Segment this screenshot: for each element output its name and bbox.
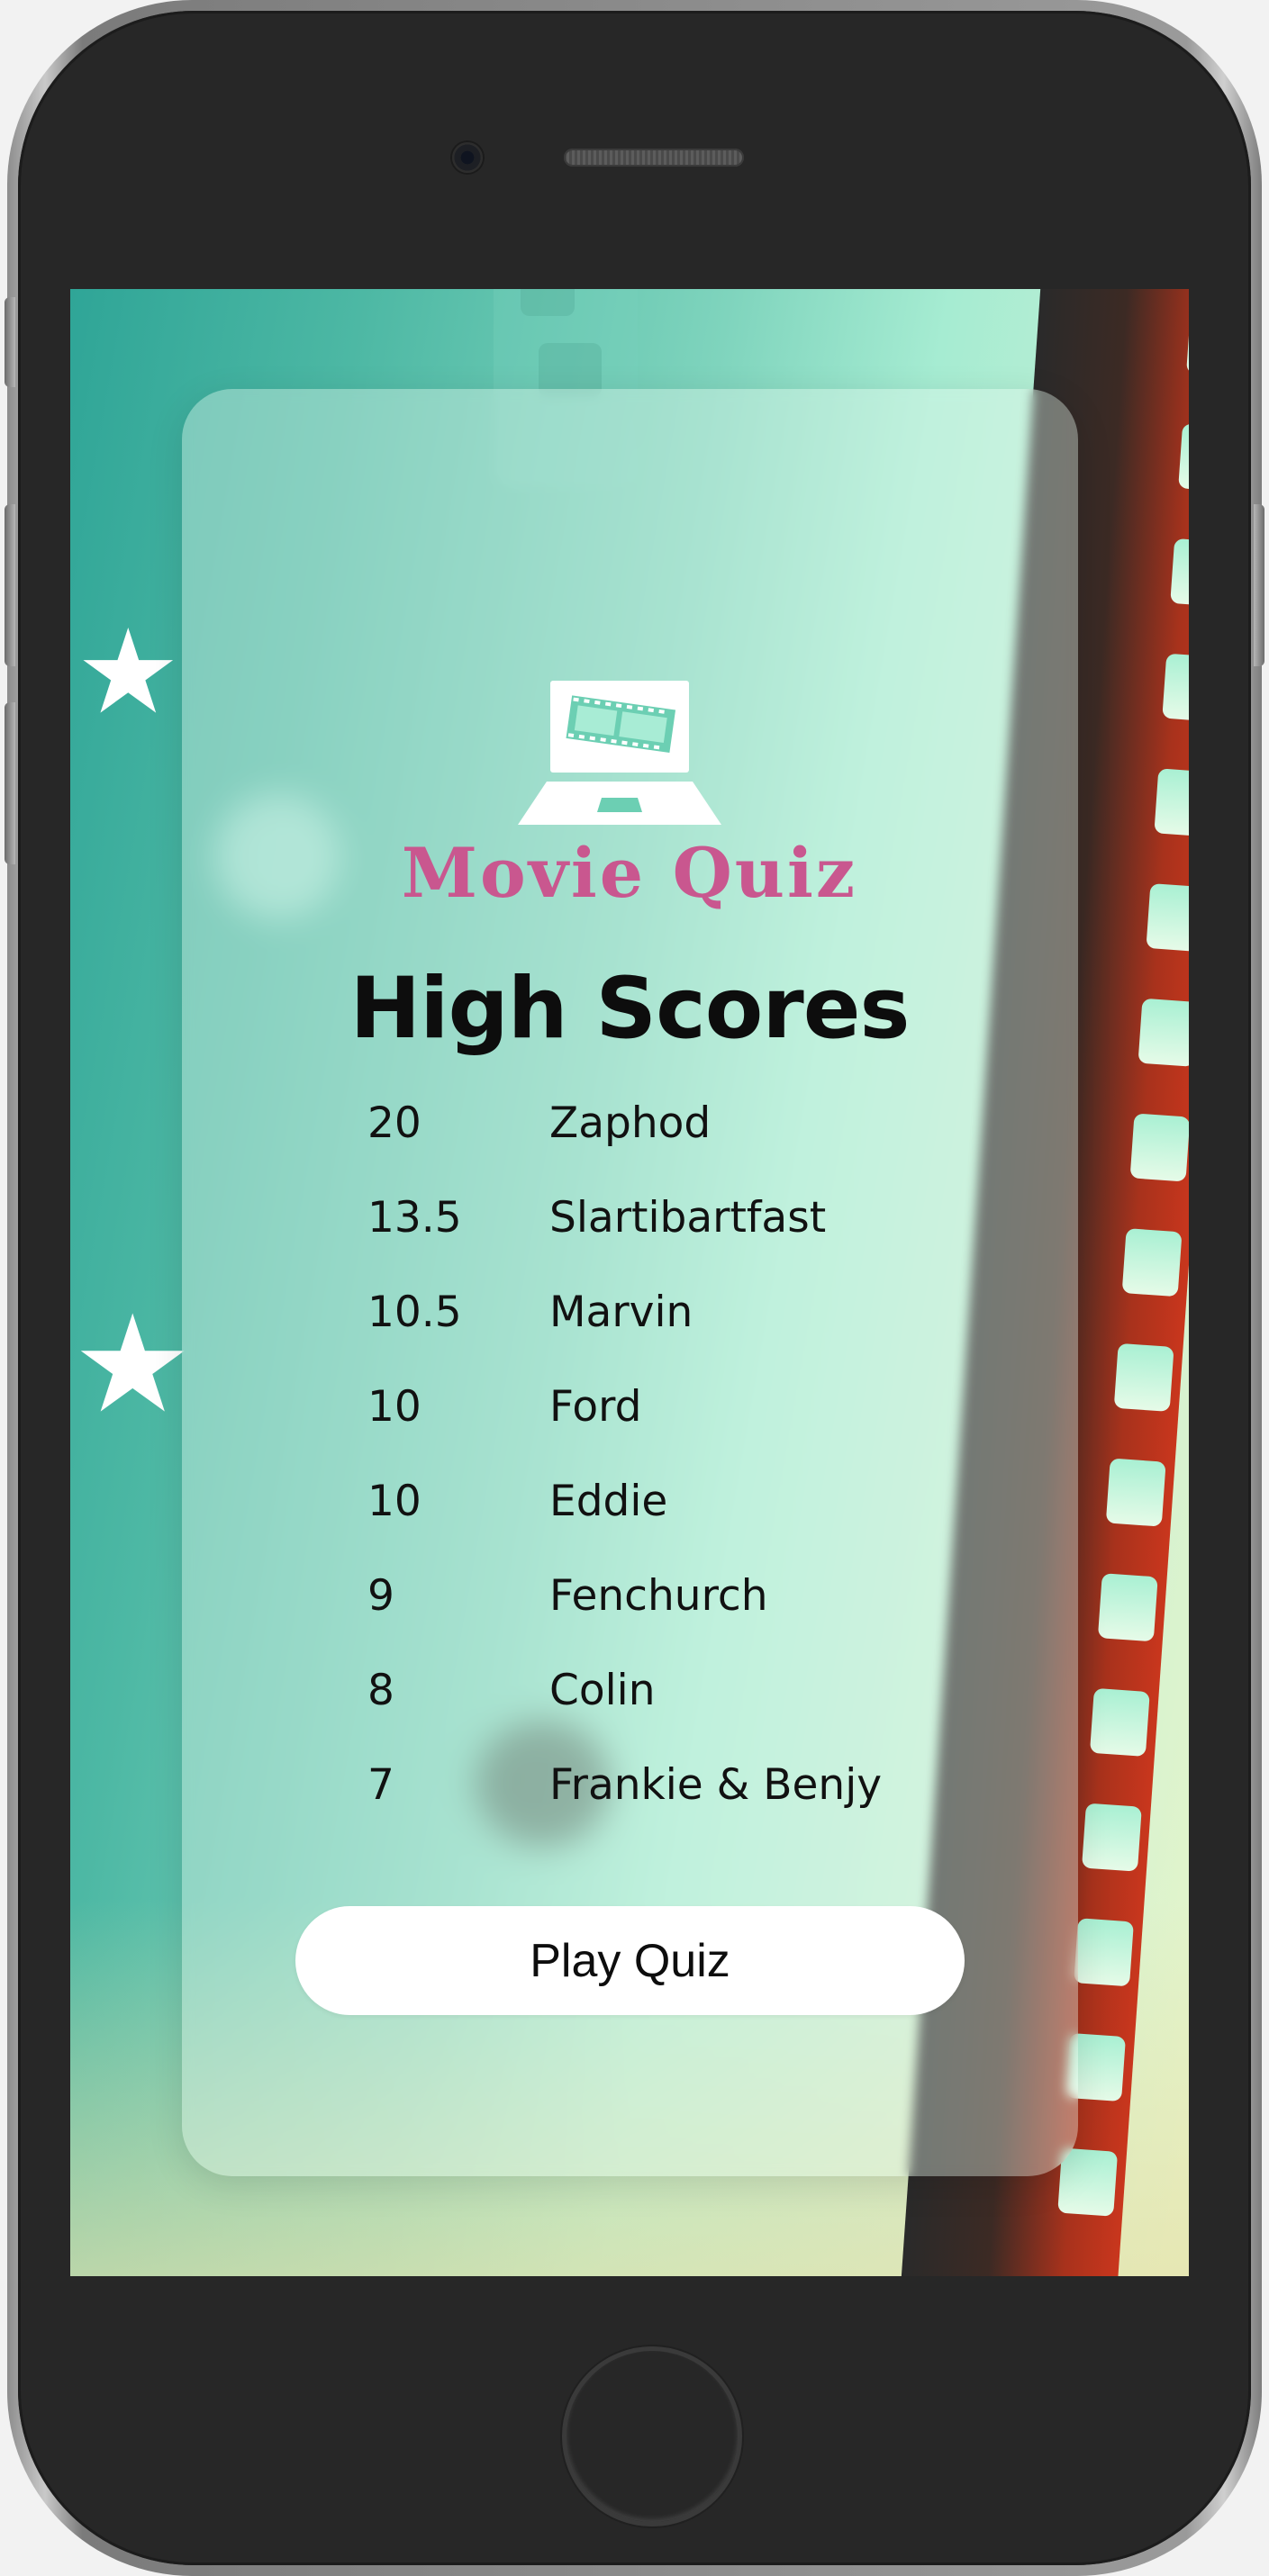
film-sprocket-hole: [1121, 1228, 1183, 1297]
home-button[interactable]: [562, 2346, 742, 2526]
high-scores-list: 20 Zaphod 13.5 Slartibartfast 10.5 Marvi…: [367, 1098, 998, 1855]
film-sprocket-hole: [1170, 538, 1189, 608]
film-sprocket-hole: [1097, 1573, 1158, 1642]
star-icon: ★: [72, 1287, 194, 1443]
power-button: [1254, 504, 1264, 666]
list-item: 8 Colin: [367, 1666, 998, 1760]
player-name: Slartibartfast: [549, 1193, 827, 1243]
score-value: 13.5: [367, 1193, 462, 1243]
player-name: Marvin: [549, 1288, 693, 1337]
score-value: 8: [367, 1666, 394, 1715]
film-sprocket-hole: [1057, 2147, 1119, 2217]
film-sprocket-hole: [1082, 1803, 1142, 1872]
earpiece-speaker: [564, 149, 744, 167]
player-name: Eddie: [549, 1477, 668, 1526]
score-value: 9: [367, 1571, 394, 1621]
mute-switch: [5, 297, 15, 387]
page-title: High Scores: [349, 960, 911, 1058]
film-sprocket-hole: [1089, 1687, 1150, 1758]
player-name: Colin: [549, 1666, 656, 1715]
list-item: 13.5 Slartibartfast: [367, 1193, 998, 1288]
player-name: Fenchurch: [549, 1571, 768, 1621]
score-value: 7: [367, 1760, 394, 1810]
film-sprocket-hole: [1105, 1458, 1166, 1527]
star-icon: ★: [76, 603, 181, 740]
list-item: 10 Ford: [367, 1382, 998, 1477]
film-sprocket-hole: [1129, 1113, 1189, 1182]
film-sprocket-hole: [1178, 423, 1189, 493]
app-screen: ★ ★ Movie Quiz High Scores 20 Zaphod 13.…: [70, 289, 1189, 2276]
list-item: 10.5 Marvin: [367, 1288, 998, 1382]
play-quiz-button[interactable]: Play Quiz: [295, 1906, 965, 2015]
list-item: 9 Fenchurch: [367, 1571, 998, 1666]
player-name: Ford: [549, 1382, 642, 1432]
list-item: 7 Frankie & Benjy: [367, 1760, 998, 1855]
film-sprocket-hole: [1162, 653, 1189, 722]
score-value: 20: [367, 1098, 421, 1148]
player-name: Frankie & Benjy: [549, 1760, 883, 1810]
film-sprocket-hole: [1154, 768, 1189, 837]
volume-down-button: [5, 702, 15, 864]
score-value: 10: [367, 1382, 421, 1432]
film-sprocket-hole: [1113, 1342, 1174, 1412]
list-item: 20 Zaphod: [367, 1098, 998, 1193]
player-name: Zaphod: [549, 1098, 712, 1148]
laptop-filmstrip-icon: [518, 681, 721, 825]
front-camera: [452, 142, 483, 173]
list-item: 10 Eddie: [367, 1477, 998, 1571]
score-value: 10: [367, 1477, 421, 1526]
score-value: 10.5: [367, 1288, 462, 1337]
film-sprocket-hole: [1186, 308, 1189, 377]
app-logo-text: Movie Quiz: [401, 833, 858, 913]
film-sprocket-hole: [1074, 1918, 1134, 1987]
volume-up-button: [5, 504, 15, 666]
